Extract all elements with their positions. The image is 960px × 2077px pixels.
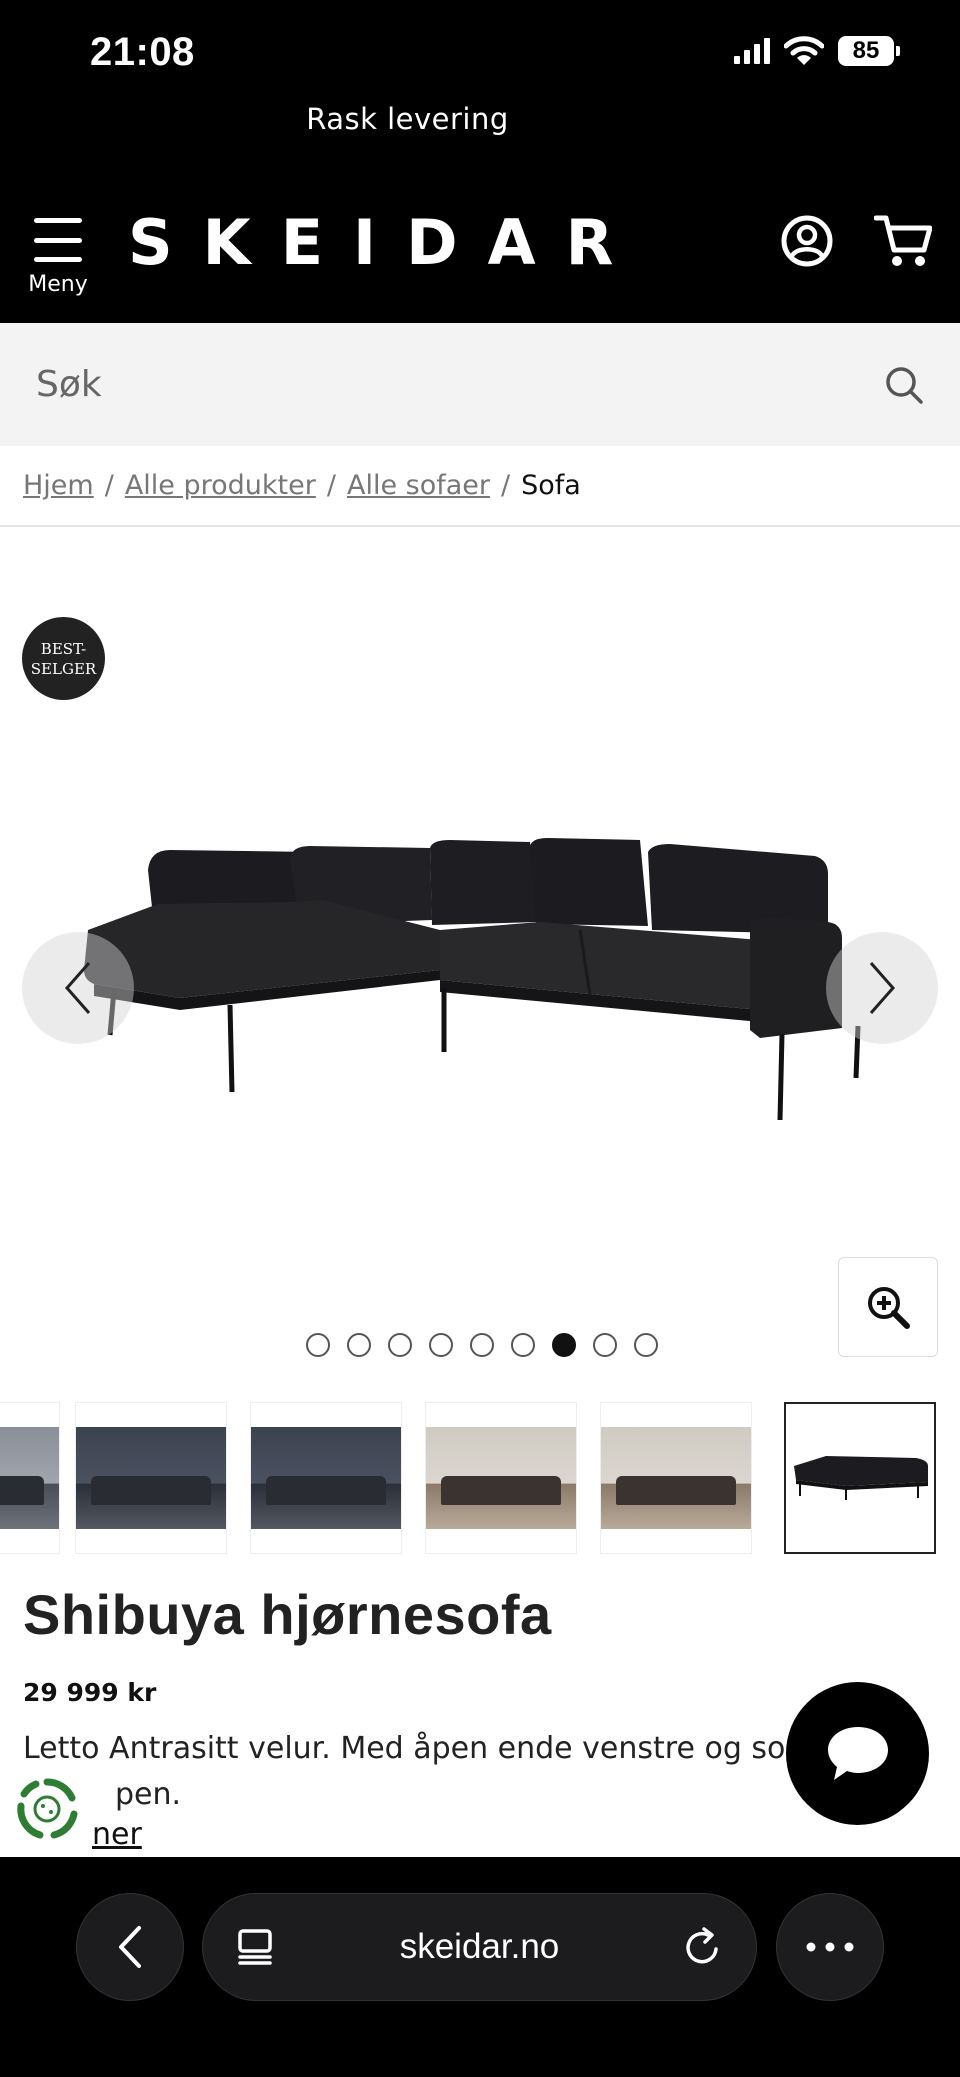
pagination-dot[interactable] <box>593 1333 617 1357</box>
thumbnail[interactable] <box>250 1402 402 1554</box>
product-price: 29 999 kr <box>23 1678 157 1707</box>
cellular-signal-icon <box>734 38 770 64</box>
breadcrumb: Hjem / Alle produkter / Alle sofaer / So… <box>23 470 581 501</box>
status-icons: 85 <box>734 36 900 66</box>
previous-image-button[interactable] <box>22 932 134 1044</box>
zoom-button[interactable] <box>838 1257 938 1357</box>
search-icon[interactable] <box>884 365 924 405</box>
zoom-in-icon <box>868 1287 910 1329</box>
promo-banner[interactable]: Rask levering <box>0 102 815 136</box>
chevron-right-icon <box>869 962 895 1014</box>
badge-line-1: BEST- <box>40 639 87 658</box>
search-bar <box>0 323 960 446</box>
pagination-dot[interactable] <box>511 1333 535 1357</box>
breadcrumb-separator: / <box>326 470 336 501</box>
thumbnail[interactable] <box>0 1402 60 1554</box>
chevron-left-icon <box>119 1926 141 1968</box>
description-line-2: pen. <box>115 1777 182 1812</box>
pagination-dot-active[interactable] <box>552 1333 576 1357</box>
skeidar-logo[interactable]: SKEIDAR <box>128 206 643 279</box>
pagination-dot[interactable] <box>347 1333 371 1357</box>
hamburger-icon <box>34 218 82 262</box>
breadcrumb-link-all-products[interactable]: Alle produkter <box>125 470 316 501</box>
menu-label: Meny <box>28 272 88 297</box>
product-title: Shibuya hjørnesofa <box>23 1583 552 1646</box>
url-text: skeidar.no <box>399 1927 560 1966</box>
breadcrumb-current: Sofa <box>521 470 581 501</box>
wifi-icon <box>784 36 824 65</box>
product-description: Letto Antrasitt velur. Med åpen ende ven… <box>23 1726 823 1818</box>
sustainability-icon[interactable] <box>14 1776 80 1842</box>
chat-button[interactable] <box>786 1682 929 1825</box>
pagination-dot[interactable] <box>470 1333 494 1357</box>
more-dots-icon <box>806 1942 854 1952</box>
image-pagination <box>306 1333 658 1357</box>
thumbnail[interactable] <box>600 1402 752 1554</box>
menu-button[interactable]: Meny <box>28 218 88 302</box>
bestseller-badge: BEST- SELGER <box>22 617 105 700</box>
divider <box>0 525 960 527</box>
breadcrumb-separator: / <box>500 470 511 501</box>
pagination-dot[interactable] <box>634 1333 658 1357</box>
thumbnail[interactable] <box>425 1402 577 1554</box>
breadcrumb-separator: / <box>104 470 114 501</box>
product-main-image[interactable] <box>60 830 900 1130</box>
thumbnail[interactable] <box>75 1402 227 1554</box>
badge-line-2: SELGER <box>30 659 97 678</box>
browser-toolbar: skeidar.no <box>0 1857 960 2077</box>
pagination-dot[interactable] <box>429 1333 453 1357</box>
chevron-left-icon <box>65 962 91 1014</box>
status-time: 21:08 <box>90 30 195 74</box>
battery-level: 85 <box>838 36 894 66</box>
next-image-button[interactable] <box>826 932 938 1044</box>
pagination-dot[interactable] <box>388 1333 412 1357</box>
search-input[interactable] <box>36 364 884 405</box>
account-icon[interactable] <box>780 214 834 268</box>
address-bar[interactable]: skeidar.no <box>202 1893 757 2001</box>
breadcrumb-link-all-sofas[interactable]: Alle sofaer <box>347 470 490 501</box>
pagination-dot[interactable] <box>306 1333 330 1357</box>
read-more-link[interactable]: ner <box>92 1817 142 1852</box>
top-header: 21:08 85 Rask levering Meny SKEIDAR <box>0 0 960 323</box>
breadcrumb-link-home[interactable]: Hjem <box>23 470 94 501</box>
battery-icon: 85 <box>838 36 900 66</box>
browser-back-button[interactable] <box>76 1893 184 2001</box>
browser-more-button[interactable] <box>776 1893 884 2001</box>
thumbnail-active[interactable] <box>784 1402 936 1554</box>
cart-icon[interactable] <box>874 214 932 268</box>
thumbnail-strip <box>0 1402 960 1554</box>
reload-icon[interactable] <box>684 1927 722 1967</box>
chat-bubble-icon <box>827 1726 888 1780</box>
description-line-1: Letto Antrasitt velur. Med åpen ende ven… <box>23 1731 786 1766</box>
